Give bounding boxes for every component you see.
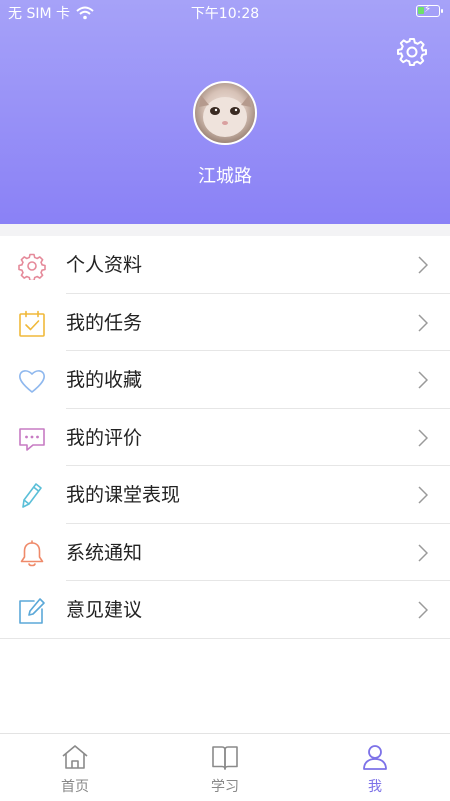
divider (0, 637, 450, 639)
status-time: 下午10:28 (190, 6, 260, 22)
pencil-icon (22, 483, 42, 508)
menu-item-profile[interactable]: 个人资料 (0, 236, 450, 294)
menu-item-label: 个人资料 (66, 254, 143, 276)
status-bar: 无 SIM 卡 下午10:28 ⚡ (0, 0, 450, 24)
book-icon (212, 746, 238, 770)
section-gap (0, 224, 450, 236)
menu-item-label: 我的评价 (66, 426, 143, 449)
settings-gear-icon[interactable] (396, 36, 428, 68)
avatar[interactable] (193, 81, 257, 145)
edit-icon (19, 598, 45, 624)
tab-label: 首页 (61, 779, 89, 795)
bottom-tab-bar: 首页 学习 我 (0, 733, 450, 800)
bell-icon (20, 539, 44, 566)
gear-icon (18, 253, 46, 280)
chevron-right-icon (418, 256, 428, 274)
tab-label: 学习 (211, 779, 239, 795)
menu-item-tasks[interactable]: 我的任务 (0, 294, 450, 351)
menu-item-label: 系统通知 (66, 541, 143, 564)
home-icon (62, 745, 88, 769)
tab-study[interactable]: 学习 (150, 734, 300, 801)
battery-icon: ⚡ (416, 4, 443, 17)
menu-list: 个人资料 我的任务 我的收藏 我的评价 我的课堂表现 系统通知 意见建议 (0, 236, 450, 639)
menu-item-label: 我的收藏 (66, 369, 143, 391)
chevron-right-icon (418, 543, 428, 562)
menu-item-class-performance[interactable]: 我的课堂表现 (0, 466, 450, 524)
chevron-right-icon (418, 486, 428, 504)
username: 江城路 (198, 166, 252, 187)
chevron-right-icon (418, 601, 428, 619)
tab-label: 我 (368, 779, 382, 795)
menu-item-label: 意见建议 (66, 599, 143, 621)
chat-bubble-icon (19, 427, 45, 451)
cat-avatar-image (199, 95, 251, 137)
menu-item-feedback[interactable]: 意见建议 (0, 581, 450, 639)
chevron-right-icon (418, 428, 428, 447)
profile-header: 无 SIM 卡 下午10:28 ⚡ 江城路 (0, 0, 450, 224)
menu-item-label: 我的课堂表现 (66, 484, 181, 506)
chevron-right-icon (418, 371, 428, 389)
tab-me[interactable]: 我 (300, 734, 450, 801)
person-icon (363, 745, 387, 770)
menu-item-reviews[interactable]: 我的评价 (0, 409, 450, 466)
tab-home[interactable]: 首页 (0, 734, 150, 801)
menu-item-label: 我的任务 (66, 311, 143, 334)
menu-item-notifications[interactable]: 系统通知 (0, 524, 450, 581)
menu-item-favorites[interactable]: 我的收藏 (0, 351, 450, 409)
chevron-right-icon (418, 313, 428, 332)
calendar-check-icon (19, 310, 45, 337)
heart-icon (19, 370, 45, 393)
